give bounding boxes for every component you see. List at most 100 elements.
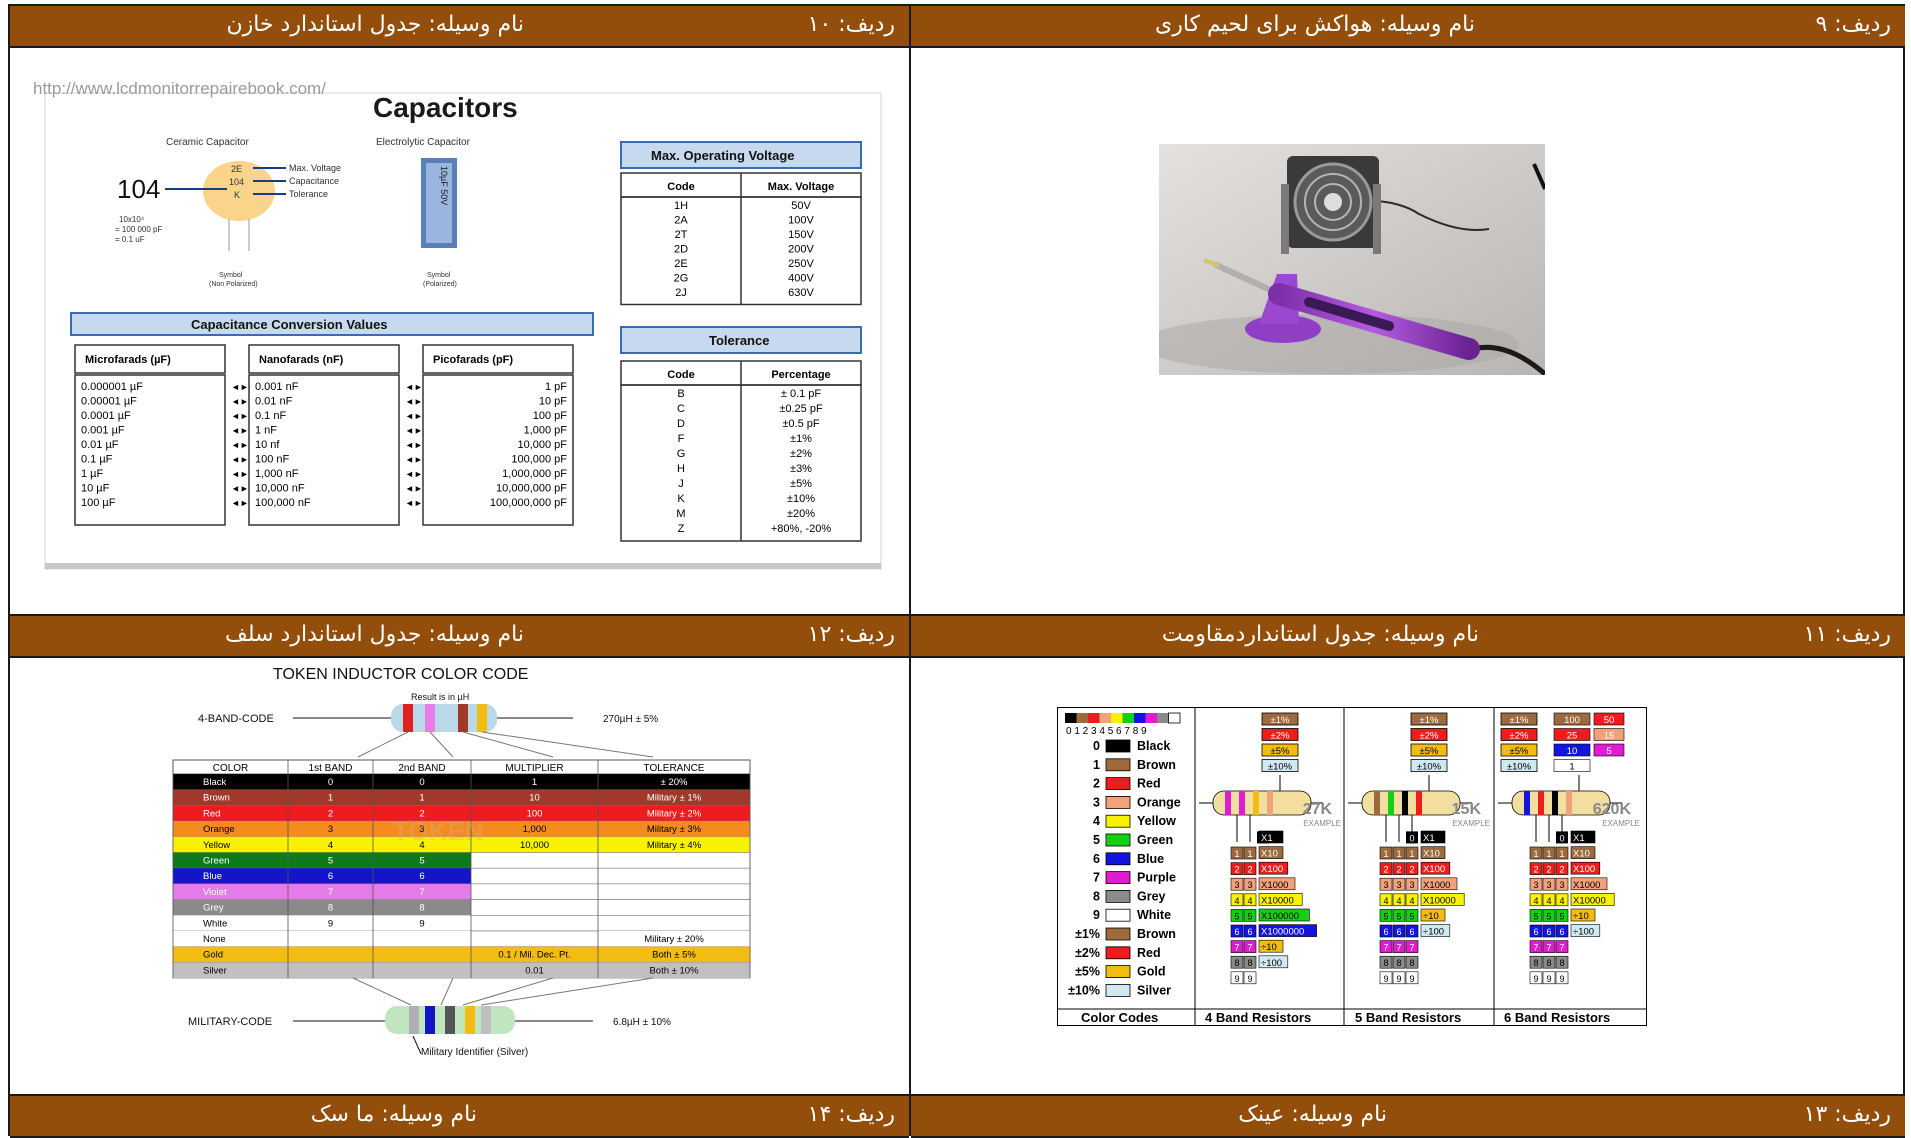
svg-text:Symbol: Symbol — [427, 272, 451, 279]
example-value: 15K — [1452, 801, 1482, 818]
inductor-cell-text: 5 — [419, 856, 424, 867]
row-number: ردیف: ۱۰ — [807, 12, 895, 37]
result-note: Result is in µH — [411, 692, 469, 702]
table-code: 2T — [675, 229, 688, 241]
inductor-cell-text: 4 — [328, 840, 333, 851]
digit-text: 8 — [1396, 958, 1401, 968]
inductor-color-cell — [173, 915, 288, 931]
code-swatch — [1105, 927, 1131, 941]
table-code: 2E — [674, 258, 687, 270]
inductor-color-cell — [373, 946, 471, 963]
digit-text: 7 — [1396, 943, 1401, 953]
inductor-cell-text: 0 — [419, 777, 424, 788]
digit-text: 6 — [1234, 927, 1239, 937]
color-swatch — [1111, 713, 1123, 723]
inductor-cell-text: Both ± 10% — [649, 965, 699, 976]
table-code: 1H — [674, 200, 688, 212]
table-value: ±1% — [790, 433, 812, 445]
inductor-cell-text: Red — [203, 808, 220, 819]
digit-text: 3 — [1234, 880, 1239, 890]
digit-text: 8 — [1383, 958, 1388, 968]
digit-text: 7 — [1383, 943, 1388, 953]
conv-value: 0.0001 µF — [81, 410, 131, 422]
code-name: Black — [1137, 739, 1170, 753]
item-name: نام وسیله: جدول استانداردمقاومت — [1161, 622, 1479, 647]
digit-text: 9 — [1396, 974, 1401, 984]
conv-value: 10 pF — [539, 396, 567, 408]
digit-text: 5 — [1234, 911, 1239, 921]
svg-text:4 Band Resistors: 4 Band Resistors — [1205, 1010, 1311, 1025]
digit-text: 2 — [1234, 865, 1239, 875]
item-name: نام وسیله: هواکش برای لحیم کاری — [1155, 12, 1475, 37]
digit-text: 1 — [1383, 849, 1388, 859]
code-number: ±10% — [1068, 983, 1100, 997]
inductor-cell-text: Gold — [203, 950, 223, 961]
multiplier-text: ÷100 — [1423, 927, 1444, 938]
header-row-12: ردیف: ۱۲ نام وسیله: جدول استاندارد سلف — [10, 614, 909, 658]
inductor-cell-text: 0.01 — [525, 965, 544, 976]
digit-text: 6 — [1383, 927, 1388, 937]
digit-text: 9 — [1546, 974, 1551, 984]
table-value: ±0.25 pF — [779, 403, 823, 415]
digit-text: 9 — [1533, 974, 1538, 984]
body-band — [1225, 791, 1231, 815]
code-name: Green — [1137, 833, 1173, 847]
digit-text: 4 — [1409, 896, 1414, 906]
electrolytic-label: Electrolytic Capacitor — [376, 137, 471, 148]
item-name: نام وسیله: ما سک — [310, 1102, 477, 1127]
table-code: C — [677, 403, 685, 415]
row-number: ردیف: ۱۳ — [1803, 1102, 1891, 1127]
digit-text: 1 — [1559, 849, 1564, 859]
multiplier-text: ÷100 — [1573, 927, 1594, 938]
digit-text: 2 — [1409, 865, 1414, 875]
table-code: J — [678, 478, 684, 490]
conv-value: 1,000,000 pF — [502, 468, 567, 480]
table-header: Code — [667, 369, 695, 381]
digit-text: 4 — [1559, 896, 1564, 906]
band4-label: 4-BAND-CODE — [198, 713, 274, 725]
digit-text: 5 — [1546, 911, 1551, 921]
inductor-color-cell — [173, 868, 288, 884]
conv-arrow: ◄► — [405, 382, 423, 392]
digit-text: 5 — [1396, 911, 1401, 921]
code-name: Orange — [1137, 795, 1181, 809]
digit-text: 3 — [1559, 880, 1564, 890]
conv-header: Microfarads (µF) — [85, 354, 171, 366]
color-swatch — [1168, 712, 1181, 724]
multiplier-text: X100 — [1423, 864, 1445, 875]
multiplier-text: X10 — [1423, 849, 1440, 860]
inductor-header: COLOR — [213, 763, 249, 774]
digit-text: 4 — [1533, 896, 1538, 906]
digit-text: 3 — [1247, 880, 1252, 890]
conversion-title: Capacitance Conversion Values — [191, 317, 388, 332]
inductor-header: 1st BAND — [309, 763, 353, 774]
inductor-cell-text: Military ± 2% — [647, 808, 702, 819]
svg-text:Max. Voltage: Max. Voltage — [289, 163, 341, 173]
digit-text: 3 — [1409, 880, 1414, 890]
table-value: ±0.5 pF — [782, 418, 820, 430]
digit-text: 0 — [1409, 833, 1414, 843]
color-swatch — [1122, 713, 1134, 723]
example-word: EXAMPLE — [1602, 819, 1640, 828]
digit-text: 8 — [1546, 958, 1551, 968]
table-value: 630V — [788, 287, 814, 299]
multiplier-text: X10000 — [1573, 895, 1606, 906]
code-number: 8 — [1093, 889, 1100, 903]
inductor-cell-text: 0.1 / Mil. Dec. Pt. — [498, 950, 570, 961]
conv-value: 0.1 µF — [81, 454, 113, 466]
inductor-color-cell — [173, 899, 288, 916]
inductor-color-cell — [373, 962, 471, 979]
digit-text: 3 — [1396, 880, 1401, 890]
body-band — [1374, 791, 1380, 815]
example-value: 27K — [1303, 801, 1333, 818]
digit-text: 8 — [1559, 958, 1564, 968]
body-band — [1388, 791, 1394, 815]
digit-text: 2 — [1383, 865, 1388, 875]
code-swatch — [1105, 965, 1131, 979]
item-name: نام وسیله: عینک — [1238, 1102, 1387, 1127]
inductor-cell-text: Black — [203, 777, 226, 788]
tolerance-text: ±5% — [1271, 746, 1290, 757]
inductor-color-cell — [173, 774, 288, 790]
table-header: Percentage — [771, 369, 830, 381]
conv-value: 1 µF — [81, 468, 104, 480]
